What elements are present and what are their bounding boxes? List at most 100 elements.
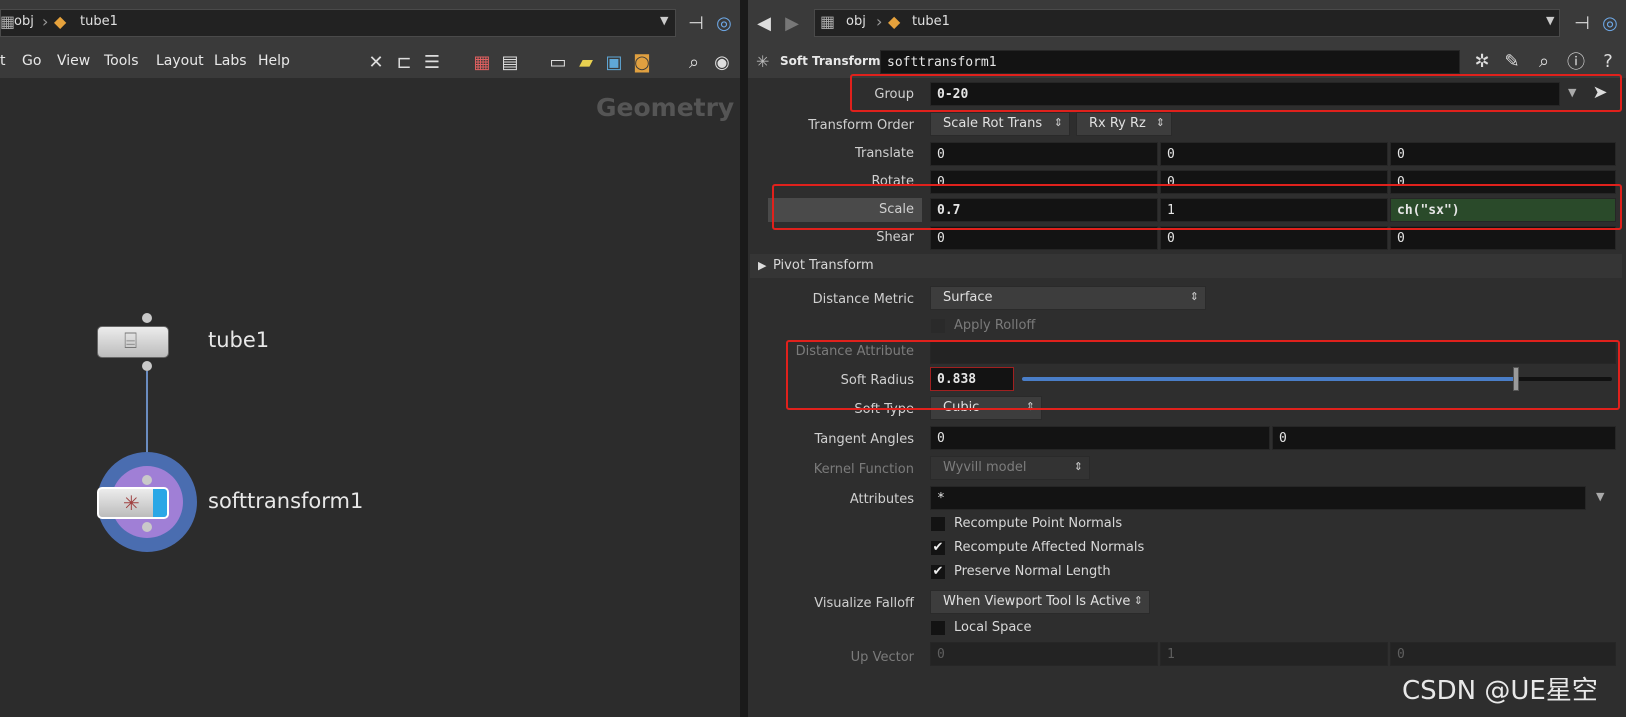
node-name-field[interactable]: softtransform1	[880, 50, 1460, 74]
kernel-function-menu: Wyvill model ⇕	[930, 456, 1090, 480]
translate-x-field[interactable]: 0	[930, 142, 1158, 166]
param-search-icon[interactable]: ⌕	[1532, 49, 1556, 73]
menu-layout[interactable]: Layout	[156, 53, 204, 69]
recompute-point-normals-checkbox[interactable]	[930, 516, 946, 532]
recompute-point-normals-label: Recompute Point Normals	[954, 516, 1123, 531]
stepper-icon: ⇕	[1155, 116, 1165, 129]
distance-metric-label: Distance Metric	[812, 292, 914, 307]
rotate-order-menu[interactable]: Rx Ry Rz ⇕	[1076, 112, 1172, 136]
back-icon[interactable]: ▦	[0, 12, 15, 31]
checkmark-icon: ✔	[932, 564, 944, 579]
tree-icon[interactable]: ⊏	[392, 50, 416, 74]
help-icon[interactable]: ?	[1596, 49, 1620, 73]
attributes-field[interactable]: *	[930, 486, 1586, 510]
sticky-note-icon[interactable]: ▰	[574, 50, 598, 74]
attributes-label: Attributes	[849, 492, 914, 507]
softtransform1-label: softtransform1	[208, 489, 364, 513]
stepper-icon: ⇕	[1053, 116, 1063, 129]
param-path-current[interactable]: tube1	[912, 14, 950, 29]
watermark: CSDN @UE星空	[1402, 676, 1598, 706]
softtransform1-input-port[interactable]	[142, 475, 152, 485]
display-flag[interactable]	[153, 489, 167, 517]
menu-tools[interactable]: Tools	[104, 53, 139, 69]
visualize-falloff-label: Visualize Falloff	[814, 596, 914, 611]
eye-icon[interactable]: ◉	[710, 50, 734, 74]
translate-label: Translate	[854, 146, 914, 161]
forward-arrow-icon[interactable]: ▶	[780, 11, 804, 35]
param-pin-icon[interactable]: ⊣	[1570, 11, 1594, 35]
translate-z-field[interactable]: 0	[1390, 142, 1616, 166]
apply-rolloff-checkbox[interactable]	[930, 318, 946, 334]
pivot-transform-folder[interactable]	[750, 254, 1622, 278]
brush-icon[interactable]: ✎	[1500, 49, 1524, 73]
tube1-output-port[interactable]	[142, 361, 152, 371]
tangent-angle-2-field[interactable]: 0	[1272, 426, 1616, 450]
param-path-root[interactable]: obj	[846, 14, 866, 29]
scene-icon: ▦	[820, 12, 836, 31]
menu-edit[interactable]: t	[0, 53, 6, 69]
param-path-separator-icon: ›	[876, 12, 883, 31]
visualize-falloff-value: When Viewport Tool Is Active	[943, 594, 1131, 609]
annotation-box-group	[850, 74, 1622, 112]
kernel-function-label: Kernel Function	[813, 462, 914, 477]
rotate-order-value: Rx Ry Rz	[1089, 116, 1146, 131]
menu-go[interactable]: Go	[22, 53, 41, 69]
visualize-falloff-menu[interactable]: When Viewport Tool Is Active ⇕	[930, 590, 1150, 614]
kernel-function-value: Wyvill model	[943, 460, 1027, 475]
translate-y-field[interactable]: 0	[1160, 142, 1388, 166]
network-box-icon[interactable]: ▭	[546, 50, 570, 74]
recompute-affected-normals-label: Recompute Affected Normals	[954, 540, 1145, 555]
softtransform1-node[interactable]: ✳	[97, 487, 169, 519]
up-vector-z-field: 0	[1390, 642, 1616, 666]
pivot-transform-label[interactable]: Pivot Transform	[773, 258, 874, 273]
transform-order-value: Scale Rot Trans	[943, 116, 1043, 131]
back-arrow-icon[interactable]: ◀	[752, 11, 776, 35]
link-icon[interactable]: ◎	[712, 11, 736, 35]
tube1-label: tube1	[208, 328, 270, 352]
tube1-node[interactable]: ⌸	[97, 326, 169, 358]
up-vector-y-field: 1	[1160, 642, 1388, 666]
info-icon[interactable]: ⓘ	[1564, 49, 1588, 73]
node-type-icon: ✳	[756, 52, 770, 71]
path-root[interactable]: obj	[14, 14, 34, 29]
menu-help[interactable]: Help	[258, 53, 290, 69]
path-current[interactable]: tube1	[80, 14, 118, 29]
menu-labs[interactable]: Labs	[214, 53, 247, 69]
recompute-affected-normals-checkbox[interactable]: ✔	[930, 540, 946, 556]
color-palette-icon[interactable]: ▦	[470, 50, 494, 74]
dot-icon[interactable]: ◙	[630, 50, 654, 74]
param-link-icon[interactable]: ◎	[1598, 11, 1622, 35]
distance-metric-menu[interactable]: Surface ⇕	[930, 286, 1206, 310]
transform-order-menu[interactable]: Scale Rot Trans ⇕	[930, 112, 1070, 136]
context-label: Geometry	[596, 93, 735, 122]
preserve-normal-length-checkbox[interactable]: ✔	[930, 564, 946, 580]
menu-view[interactable]: View	[57, 53, 90, 69]
tube-icon: ⌸	[124, 329, 138, 354]
node-type-label: Soft Transform	[780, 54, 881, 68]
list-icon[interactable]: ☰	[420, 50, 444, 74]
stepper-icon: ⇕	[1073, 460, 1083, 473]
pin-icon[interactable]: ⊣	[684, 11, 708, 35]
stepper-icon: ⇕	[1133, 594, 1143, 607]
gear-icon[interactable]: ✲	[1470, 49, 1494, 73]
local-space-checkbox[interactable]	[930, 620, 946, 636]
annotation-box-scale	[772, 184, 1622, 230]
preserve-normal-length-label: Preserve Normal Length	[954, 564, 1111, 579]
param-path-dropdown-icon[interactable]: ▼	[1546, 14, 1554, 27]
attributes-dropdown-icon[interactable]: ▼	[1596, 490, 1604, 503]
annotation-box-soft-radius	[786, 340, 1620, 410]
grid-icon[interactable]: ▤	[498, 50, 522, 74]
checkmark-icon: ✔	[932, 540, 944, 555]
softtransform1-output-port[interactable]	[142, 522, 152, 532]
network-view[interactable]	[0, 78, 740, 717]
tube1-input-port[interactable]	[142, 313, 152, 323]
image-icon[interactable]: ▣	[602, 50, 626, 74]
search-icon[interactable]: ⌕	[682, 50, 706, 74]
wrench-icon[interactable]: ✕	[364, 50, 388, 74]
tangent-angle-1-field[interactable]: 0	[930, 426, 1270, 450]
geo-object-icon: ◆	[54, 12, 67, 31]
path-dropdown-icon[interactable]: ▼	[660, 14, 668, 27]
expand-triangle-icon[interactable]: ▶	[758, 259, 766, 272]
up-vector-label: Up Vector	[850, 650, 914, 665]
apply-rolloff-label: Apply Rolloff	[954, 318, 1036, 333]
